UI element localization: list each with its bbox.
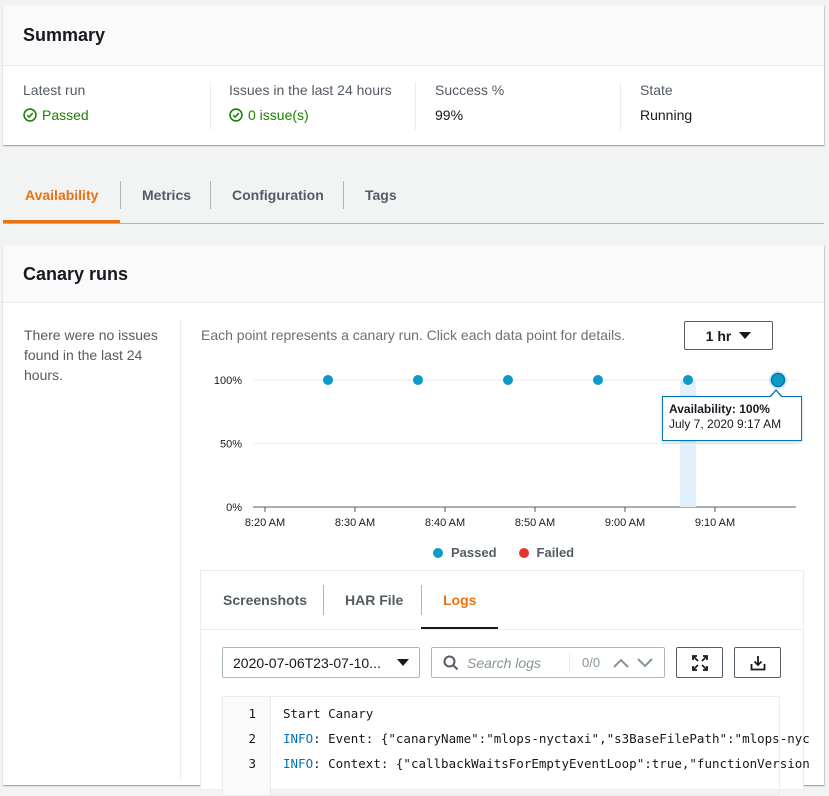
log-viewer[interactable]: 1 Start Canary 2 INFO: Event: {"canaryNa… [222, 696, 810, 796]
metric-label: Issues in the last 24 hours [229, 82, 392, 98]
issues-value: 0 issue(s) [248, 107, 309, 123]
data-point[interactable] [503, 375, 513, 385]
summary-panel: Summary Latest run Passed Issues in the … [3, 5, 824, 145]
line-number: 3 [248, 756, 256, 771]
caret-down-icon [397, 659, 409, 666]
logs-toolbar: 2020-07-06T23-07-10... Search logs 0/0 [201, 647, 803, 679]
legend-label: Failed [536, 545, 575, 560]
metric-divider [415, 82, 416, 130]
x-tick-label: 9:10 AM [695, 517, 735, 529]
download-button[interactable] [734, 647, 781, 678]
check-circle-icon [23, 108, 37, 122]
data-point-selected [770, 372, 786, 388]
search-icon [443, 655, 459, 670]
metric-label: Success % [435, 82, 505, 98]
x-tick-label: 8:50 AM [515, 517, 555, 529]
summary-header: Summary [3, 5, 824, 66]
time-range-value: 1 hr [705, 327, 732, 344]
chart-caption: Each point represents a canary run. Clic… [201, 327, 626, 343]
legend-label: Passed [451, 545, 497, 560]
log-file-value: 2020-07-06T23-07-10... [233, 654, 381, 671]
tooltip-title: Availability: 100% [669, 402, 770, 416]
main-tabs: Availability Metrics Configuration Tags [3, 166, 824, 224]
chart-legend: Passed Failed [433, 545, 574, 560]
expand-icon [691, 654, 708, 671]
time-range-dropdown[interactable]: 1 hr [684, 321, 773, 350]
metric-value: 0 issue(s) [229, 107, 392, 123]
canary-runs-header: Canary runs [3, 245, 824, 303]
metric-label: Latest run [23, 82, 86, 98]
run-details-container: Screenshots HAR File Logs 2020-07-06T23-… [200, 570, 810, 796]
column-divider [180, 320, 181, 780]
y-tick-label: 100% [214, 375, 242, 387]
tab-har-file[interactable]: HAR File [323, 571, 425, 629]
metric-divider [210, 82, 211, 130]
metric-latest-run: Latest run Passed [23, 66, 89, 134]
log-file-select[interactable]: 2020-07-06T23-07-10... [222, 647, 420, 678]
log-text: INFO: Context: {"callbackWaitsForEmptyEv… [283, 756, 810, 771]
no-issues-note: There were no issues found in the last 2… [24, 327, 158, 383]
x-tick-label: 8:30 AM [335, 517, 375, 529]
latest-run-value: Passed [42, 107, 89, 123]
download-icon [750, 655, 765, 670]
check-circle-icon [229, 108, 243, 122]
details-tabs: Screenshots HAR File Logs [201, 571, 803, 630]
metric-value: Passed [23, 107, 89, 123]
metric-divider [620, 82, 621, 130]
legend-marker-passed [433, 547, 443, 558]
tooltip-subtitle: July 7, 2020 9:17 AM [669, 417, 782, 431]
data-point[interactable] [323, 375, 333, 385]
chevron-up-icon[interactable] [612, 657, 630, 669]
state-value: Running [640, 107, 693, 123]
search-nav [612, 657, 654, 669]
y-tick-label: 0% [226, 502, 242, 514]
canary-runs-title: Canary runs [23, 264, 129, 284]
canary-runs-panel: Canary runs There were no issues found i… [3, 245, 824, 796]
log-text: Start Canary [283, 706, 374, 721]
legend-item-passed[interactable]: Passed [433, 545, 497, 560]
tab-metrics[interactable]: Metrics [120, 166, 213, 223]
log-line: 1 Start Canary [223, 701, 779, 726]
metric-label: State [640, 82, 673, 98]
metric-success: Success % 99% [435, 66, 504, 134]
metric-state: State Running [640, 66, 692, 134]
legend-item-failed[interactable]: Failed [518, 545, 575, 560]
x-tick-label: 9:00 AM [605, 517, 645, 529]
caret-down-icon [739, 332, 752, 339]
summary-metrics: Latest run Passed Issues in the last 24 … [3, 66, 824, 145]
tab-logs[interactable]: Logs [421, 571, 499, 629]
search-logs-field[interactable]: Search logs 0/0 [431, 647, 665, 678]
log-text: INFO: Event: {"canaryName":"mlops-nyctax… [283, 731, 810, 746]
search-logs-input[interactable]: Search logs [467, 655, 569, 671]
x-tick-label: 8:40 AM [425, 517, 465, 529]
metric-issues: Issues in the last 24 hours 0 issue(s) [229, 66, 392, 134]
data-point[interactable] [413, 375, 423, 385]
line-number: 2 [248, 731, 256, 746]
tab-screenshots[interactable]: Screenshots [201, 571, 329, 629]
data-point[interactable] [683, 375, 693, 385]
tab-availability[interactable]: Availability [3, 166, 121, 223]
log-line: 2 INFO: Event: {"canaryName":"mlops-nyct… [223, 726, 809, 751]
tab-tags[interactable]: Tags [343, 166, 419, 223]
fullscreen-button[interactable] [676, 647, 723, 678]
legend-marker-failed [518, 547, 529, 558]
log-line: 3 INFO: Context: {"callbackWaitsForEmpty… [223, 751, 809, 776]
summary-title: Summary [23, 25, 106, 45]
tab-configuration[interactable]: Configuration [210, 166, 346, 223]
data-point[interactable] [593, 375, 603, 385]
x-tick-label: 8:20 AM [245, 517, 285, 529]
match-count: 0/0 [569, 653, 600, 672]
success-value: 99% [435, 107, 464, 123]
chevron-down-icon[interactable] [636, 657, 654, 669]
line-number: 1 [248, 706, 256, 721]
availability-tooltip: Availability: 100% July 7, 2020 9:17 AM [662, 389, 802, 441]
availability-chart: 100% 50% 0%8:20 AM 8:30 AM 8:40 AM 8:50 AM 9:0… [214, 371, 796, 529]
y-tick-label: 50% [220, 439, 242, 451]
